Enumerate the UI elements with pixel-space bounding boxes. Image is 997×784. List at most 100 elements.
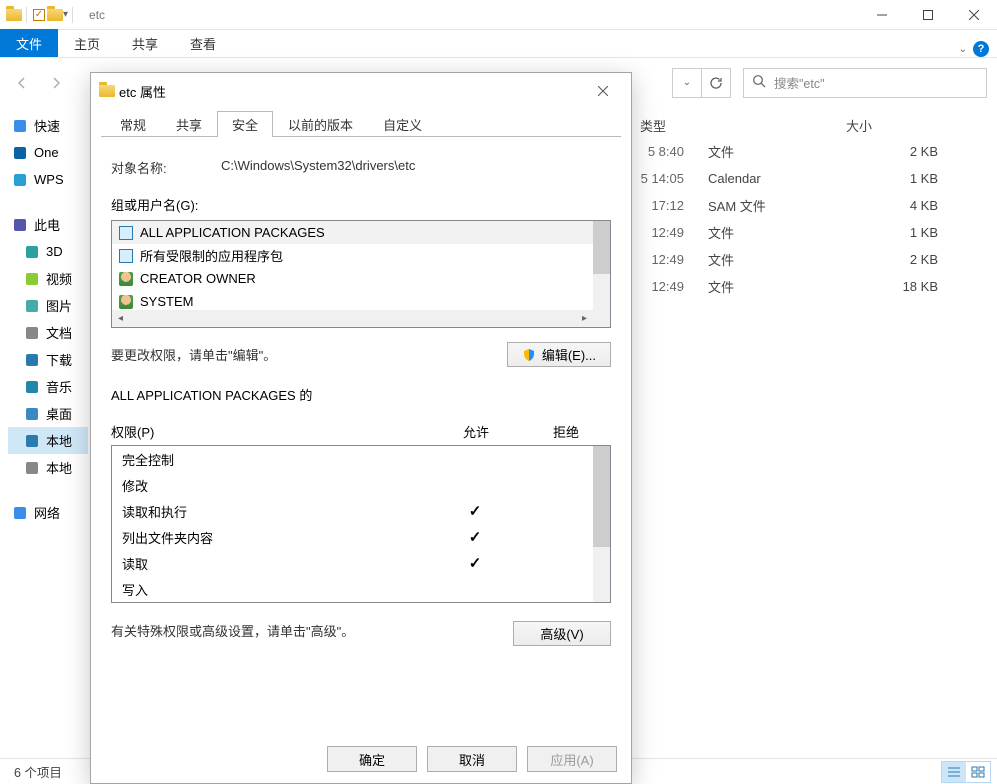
perm-title-2: 权限(P) [111,422,431,441]
ok-button[interactable]: 确定 [327,746,417,772]
address-dropdown-button[interactable]: ⌄ [672,68,702,98]
advanced-button[interactable]: 高级(V) [513,621,611,646]
file-row[interactable]: 12:49文件18 KB [610,273,997,300]
dialog-title-bar[interactable]: etc 属性 [91,73,631,109]
sidebar-item[interactable]: 图片 [8,292,88,319]
listbox-vscrollbar[interactable] [593,221,610,310]
apply-button[interactable]: 应用(A) [527,746,617,772]
qat-dropdown-icon[interactable]: ▾ [63,9,68,20]
edit-button[interactable]: 编辑(E)... [507,342,611,367]
film-icon [24,271,40,287]
principal-row[interactable]: 所有受限制的应用程序包 [112,244,610,267]
sidebar-item-label: 3D [46,244,63,259]
cancel-button[interactable]: 取消 [427,746,517,772]
explorer-title-bar: ✓ ▾ etc [0,0,997,30]
tab-view[interactable]: 查看 [174,29,232,57]
principal-name: SYSTEM [140,294,193,309]
cell-size: 1 KB [870,225,960,240]
dialog-close-button[interactable] [583,77,623,105]
cell-type: SAM 文件 [698,196,844,215]
sidebar-item[interactable]: One [8,139,88,166]
nav-back-button[interactable] [8,71,36,95]
cloud2-icon [12,172,28,188]
sidebar-item[interactable]: 3D [8,238,88,265]
star-icon [12,118,28,134]
listbox-hscrollbar[interactable]: ◂▸ [112,310,593,327]
advanced-hint: 有关特殊权限或高级设置，请单击"高级"。 [111,621,513,640]
sidebar-item[interactable]: 下载 [8,346,88,373]
cell-type: Calendar [698,171,844,186]
search-input[interactable]: 搜索"etc" [743,68,987,98]
permissions-listbox[interactable]: 完全控制修改读取和执行✓列出文件夹内容✓读取✓写入 [111,445,611,603]
sidebar-item[interactable]: 桌面 [8,400,88,427]
tab-sharing[interactable]: 共享 [161,111,217,137]
dialog-buttons: 确定 取消 应用(A) [91,735,631,783]
window-close-button[interactable] [951,0,997,30]
permission-row: 读取和执行✓ [112,498,610,524]
uac-shield-icon [522,348,536,362]
perm-vscrollbar[interactable] [593,446,610,602]
properties-dialog: etc 属性 常规 共享 安全 以前的版本 自定义 对象名称: C:\Windo… [90,72,632,784]
down-icon [24,352,40,368]
column-headers[interactable]: 类型 大小 [628,112,997,138]
sidebar-item-label: 下载 [46,350,72,369]
tab-customize[interactable]: 自定义 [368,111,437,137]
file-row[interactable]: 12:49文件1 KB [610,219,997,246]
tab-security[interactable]: 安全 [217,111,273,137]
sidebar-item-label: 图片 [46,296,72,315]
column-header-size[interactable]: 大小 [836,116,926,135]
file-row[interactable]: 17:12SAM 文件4 KB [610,192,997,219]
refresh-button[interactable] [701,68,731,98]
perm-title-1: ALL APPLICATION PACKAGES 的 [111,385,431,404]
permission-row: 修改 [112,472,610,498]
permission-name: 修改 [122,476,430,495]
nav-forward-button[interactable] [42,71,70,95]
tab-share[interactable]: 共享 [116,29,174,57]
file-row[interactable]: 5 8:40文件2 KB [610,138,997,165]
sidebar-item-label: 本地 [46,431,72,450]
tab-home[interactable]: 主页 [58,29,116,57]
view-thumbnails-icon[interactable] [966,762,990,782]
file-row[interactable]: 5 14:05Calendar1 KB [610,165,997,192]
view-toggle[interactable] [941,761,991,783]
sidebar-item[interactable]: WPS [8,166,88,193]
column-header-type[interactable]: 类型 [630,116,776,135]
sidebar-item[interactable]: 音乐 [8,373,88,400]
sidebar-item[interactable]: 文档 [8,319,88,346]
object-name-value: C:\Windows\System32\drivers\etc [221,158,415,177]
permission-name: 列出文件夹内容 [122,528,430,547]
principals-listbox[interactable]: ALL APPLICATION PACKAGES所有受限制的应用程序包 CREAT… [111,220,611,328]
view-details-icon[interactable] [942,762,966,782]
tab-general[interactable]: 常规 [105,111,161,137]
edit-button-label: 编辑(E)... [542,345,596,364]
sidebar-item[interactable]: 快速 [8,112,88,139]
tab-previous-versions[interactable]: 以前的版本 [273,111,368,137]
permission-name: 完全控制 [122,450,430,469]
pic-icon [24,298,40,314]
sidebar-item[interactable]: 此电 [8,211,88,238]
sidebar-item[interactable]: 视频 [8,265,88,292]
file-row[interactable]: 12:49文件2 KB [610,246,997,273]
window-maximize-button[interactable] [905,0,951,30]
dialog-folder-icon [99,83,115,99]
sidebar-item-label: 文档 [46,323,72,342]
groups-label: 组或用户名(G): [111,195,611,214]
sidebar-item[interactable]: 本地 [8,454,88,481]
principal-row[interactable]: CREATOR OWNER [112,267,610,290]
user-icon [118,294,134,310]
tab-file[interactable]: 文件 [0,29,58,57]
sidebar-item-label: 网络 [34,503,60,522]
permission-name: 读取 [122,554,430,573]
sidebar-item-label: 此电 [34,215,60,234]
cloud-icon [12,145,28,161]
ribbon-expand-icon[interactable]: ⌄ [959,44,967,55]
sidebar-item[interactable]: 本地 [8,427,88,454]
search-icon [752,74,766,91]
window-minimize-button[interactable] [859,0,905,30]
qat-newfolder-icon[interactable] [47,7,63,23]
qat-properties-icon[interactable]: ✓ [31,7,47,23]
principal-row[interactable]: ALL APPLICATION PACKAGES [112,221,610,244]
help-icon[interactable]: ? [973,41,989,57]
principal-name: CREATOR OWNER [140,271,256,286]
sidebar-item[interactable]: 网络 [8,499,88,526]
